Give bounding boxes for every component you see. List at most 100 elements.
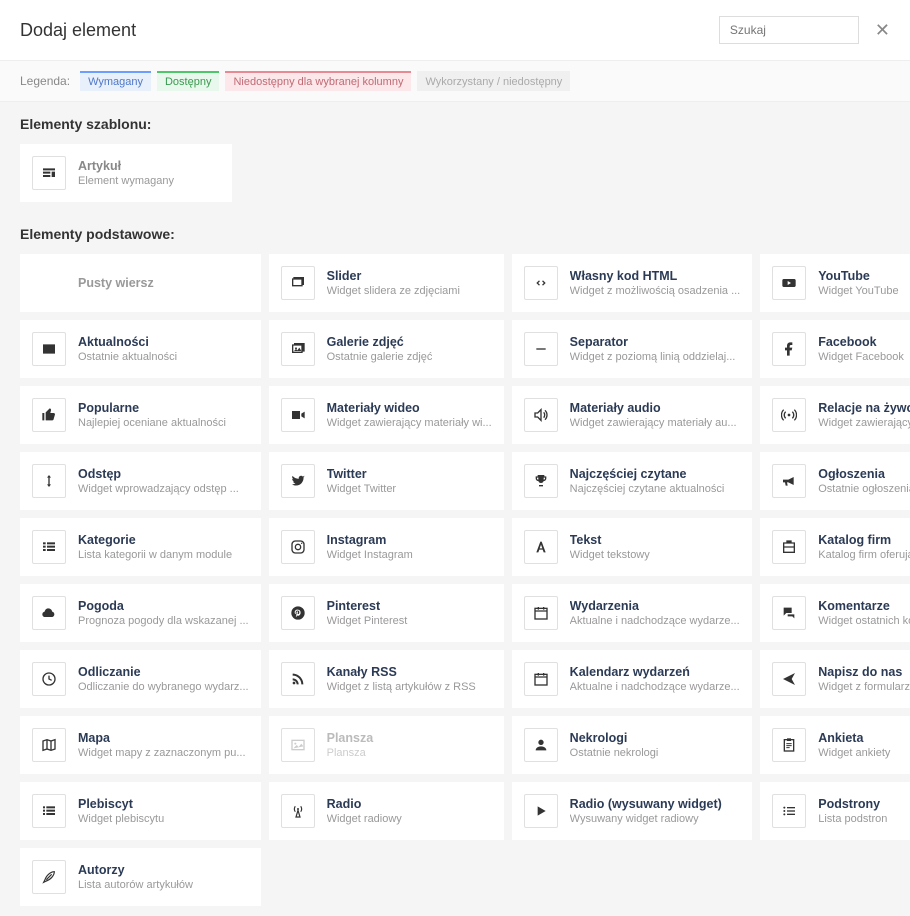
- font-icon: [524, 530, 558, 564]
- card-relacje[interactable]: Relacje na żywoWidget zawierający relacj…: [760, 386, 910, 444]
- card-title: Facebook: [818, 335, 910, 349]
- search-input[interactable]: [719, 16, 859, 44]
- image-icon: [281, 728, 315, 762]
- card-radioslide[interactable]: Radio (wysuwany widget)Wysuwany widget r…: [512, 782, 753, 840]
- card-title: Komentarze: [818, 599, 910, 613]
- card-czytane[interactable]: Najczęściej czytaneNajczęściej czytane a…: [512, 452, 753, 510]
- card-pinterest[interactable]: PinterestWidget Pinterest: [269, 584, 504, 642]
- play-icon: [524, 794, 558, 828]
- card-title: Odliczanie: [78, 665, 249, 679]
- card-sub: Widget z poziomą linią oddzielaj...: [570, 351, 741, 363]
- twitter-icon: [281, 464, 315, 498]
- card-sub: Ostatnie aktualności: [78, 351, 249, 363]
- card-nekrologi[interactable]: NekrologiOstatnie nekrologi: [512, 716, 753, 774]
- legend-chip-used: Wykorzystany / niedostępny: [417, 71, 570, 91]
- calendar-icon: [524, 662, 558, 696]
- map-icon: [32, 728, 66, 762]
- card-sub: Widget plebiscytu: [78, 813, 249, 825]
- instagram-icon: [281, 530, 315, 564]
- card-ankieta[interactable]: AnkietaWidget ankiety: [760, 716, 910, 774]
- card-title: Artykuł: [78, 159, 220, 173]
- card-sub: Ostatnie nekrologi: [570, 747, 741, 759]
- card-sub: Plansza: [327, 747, 492, 759]
- card-title: Tekst: [570, 533, 741, 547]
- card-sub: Najczęściej czytane aktualności: [570, 483, 741, 495]
- card-slider[interactable]: SliderWidget slidera ze zdjęciami: [269, 254, 504, 312]
- card-title: Podstrony: [818, 797, 910, 811]
- minus-icon: [524, 332, 558, 366]
- rss-icon: [281, 662, 315, 696]
- card-pusty-wiersz[interactable]: Pusty wiersz: [20, 254, 261, 312]
- card-odstep[interactable]: OdstępWidget wprowadzający odstęp ...: [20, 452, 261, 510]
- card-title: Materiały wideo: [327, 401, 492, 415]
- card-popularne[interactable]: PopularneNajlepiej oceniane aktualności: [20, 386, 261, 444]
- card-title: Instagram: [327, 533, 492, 547]
- card-title: Katalog firm: [818, 533, 910, 547]
- card-sub: Katalog firm oferujących swoje u...: [818, 549, 910, 561]
- card-sub: Widget Instagram: [327, 549, 492, 561]
- card-plebiscyt[interactable]: Plebiscyt Widget plebiscytu: [20, 782, 261, 840]
- card-katalog[interactable]: Katalog firm Katalog firm oferujących swo…: [760, 518, 910, 576]
- card-title: Slider: [327, 269, 492, 283]
- card-kalendarz[interactable]: Kalendarz wydarzeńAktualne i nadchodzące…: [512, 650, 753, 708]
- card-autorzy[interactable]: AutorzyLista autorów artykułów: [20, 848, 261, 906]
- card-artykul[interactable]: Artykuł Element wymagany: [20, 144, 232, 202]
- megaphone-icon: [772, 464, 806, 498]
- volume-icon: [524, 398, 558, 432]
- card-sub: Widget zawierający materiały wi...: [327, 417, 492, 429]
- card-title: Twitter: [327, 467, 492, 481]
- card-komentarze[interactable]: KomentarzeWidget ostatnich komentarzy w …: [760, 584, 910, 642]
- thumbs-up-icon: [32, 398, 66, 432]
- legend-label: Legenda:: [20, 74, 70, 88]
- card-sub: Ostatnie galerie zdjęć: [327, 351, 492, 363]
- arrows-vertical-icon: [32, 464, 66, 498]
- card-title: Napisz do nas: [818, 665, 910, 679]
- legend-chip-unavailable: Niedostępny dla wybranej kolumny: [225, 71, 411, 91]
- card-ogloszenia[interactable]: OgłoszeniaOstatnie ogłoszenia: [760, 452, 910, 510]
- card-rss[interactable]: Kanały RSSWidget z listą artykułów z RSS: [269, 650, 504, 708]
- card-title: Ogłoszenia: [818, 467, 910, 481]
- trophy-icon: [524, 464, 558, 498]
- card-aktualnosci[interactable]: AktualnościOstatnie aktualności: [20, 320, 261, 378]
- card-tekst[interactable]: Tekst Widget tekstowy: [512, 518, 753, 576]
- card-sub: Odliczanie do wybranego wydarz...: [78, 681, 249, 693]
- card-title: Odstęp: [78, 467, 249, 481]
- card-audio[interactable]: Materiały audioWidget zawierający materi…: [512, 386, 753, 444]
- close-icon[interactable]: ✕: [875, 20, 890, 41]
- card-title: Materiały audio: [570, 401, 741, 415]
- card-galerie[interactable]: Galerie zdjęćOstatnie galerie zdjęć: [269, 320, 504, 378]
- card-sub: Widget tekstowy: [570, 549, 741, 561]
- legend-bar: Legenda: Wymagany Dostępny Niedostępny d…: [0, 60, 910, 102]
- card-radio[interactable]: RadioWidget radiowy: [269, 782, 504, 840]
- dialog-title: Dodaj element: [20, 20, 136, 41]
- card-youtube[interactable]: YouTubeWidget YouTube: [760, 254, 910, 312]
- card-separator[interactable]: SeparatorWidget z poziomą linią oddziela…: [512, 320, 753, 378]
- youtube-icon: [772, 266, 806, 300]
- radio-tower-icon: [281, 794, 315, 828]
- card-title: Radio: [327, 797, 492, 811]
- card-sub: Widget Facebook: [818, 351, 910, 363]
- section-template-title: Elementy szablonu:: [20, 116, 890, 132]
- card-kategorie[interactable]: KategorieLista kategorii w danym module: [20, 518, 261, 576]
- briefcase-icon: [772, 530, 806, 564]
- card-title: Mapa: [78, 731, 249, 745]
- card-pogoda[interactable]: PogodaPrognoza pogody dla wskazanej ...: [20, 584, 261, 642]
- card-plansza[interactable]: PlanszaPlansza: [269, 716, 504, 774]
- card-title: Plebiscyt: [78, 797, 249, 811]
- card-twitter[interactable]: TwitterWidget Twitter: [269, 452, 504, 510]
- card-html[interactable]: Własny kod HTMLWidget z możliwością osad…: [512, 254, 753, 312]
- card-podstrony[interactable]: PodstronyLista podstron: [760, 782, 910, 840]
- card-sub: Aktualne i nadchodzące wydarze...: [570, 615, 741, 627]
- card-instagram[interactable]: Instagram Widget Instagram: [269, 518, 504, 576]
- card-wydarzenia[interactable]: WydarzeniaAktualne i nadchodzące wydarze…: [512, 584, 753, 642]
- card-mapa[interactable]: MapaWidget mapy z zaznaczonym pu...: [20, 716, 261, 774]
- card-odliczanie[interactable]: Odliczanie Odliczanie do wybranego wydarz…: [20, 650, 261, 708]
- card-napisz[interactable]: Napisz do nasWidget z formularzem kontak…: [760, 650, 910, 708]
- card-sub: Aktualne i nadchodzące wydarze...: [570, 681, 741, 693]
- card-body: Artykuł Element wymagany: [78, 159, 220, 187]
- article-icon: [32, 156, 66, 190]
- card-wideo[interactable]: Materiały wideo Widget zawierający materi…: [269, 386, 504, 444]
- card-facebook[interactable]: Facebook Widget Facebook: [760, 320, 910, 378]
- card-sub: Lista kategorii w danym module: [78, 549, 249, 561]
- card-sub: Wysuwany widget radiowy: [570, 813, 741, 825]
